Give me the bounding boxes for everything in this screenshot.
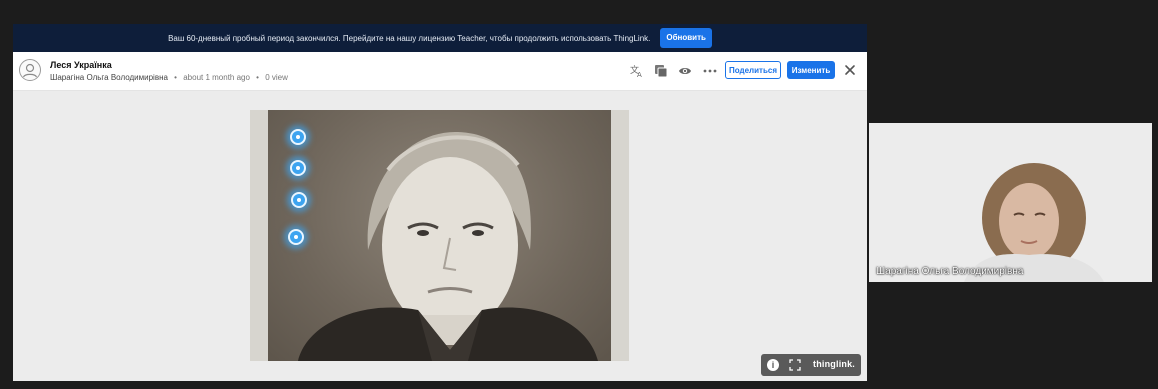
translate-icon[interactable]: 文 A xyxy=(629,63,645,79)
hotspot-marker[interactable] xyxy=(290,129,306,145)
portrait-illustration xyxy=(298,131,598,361)
svg-text:A: A xyxy=(637,71,642,78)
portrait-photo xyxy=(268,110,611,361)
trial-banner-text: Ваш 60-дневный пробный период закончился… xyxy=(168,33,651,43)
hotspot-marker[interactable] xyxy=(288,229,304,245)
meta-separator: • xyxy=(256,73,259,82)
close-icon[interactable] xyxy=(843,63,859,79)
thinglink-image-stage xyxy=(250,110,629,361)
page-title: Леся Українка xyxy=(50,60,112,70)
participant-name: Шарагіна Ольга Володимирівна xyxy=(876,266,1024,277)
post-time: about 1 month ago xyxy=(183,73,250,82)
shared-screen: Ваш 60-дневный пробный период закончился… xyxy=(13,24,867,381)
avatar-icon[interactable] xyxy=(19,59,41,81)
eye-icon[interactable] xyxy=(677,63,693,79)
view-count: 0 view xyxy=(265,73,288,82)
hotspot-marker[interactable] xyxy=(290,160,306,176)
hotspot-marker[interactable] xyxy=(291,192,307,208)
webcam-video xyxy=(869,123,1152,282)
webcam-tile: Шарагіна Ольга Володимирівна xyxy=(869,123,1152,282)
more-icon[interactable] xyxy=(702,63,718,79)
post-meta: Шарагіна Ольга Володимирівна • about 1 m… xyxy=(50,73,288,82)
thinglink-toolbar: i thinglink. xyxy=(761,354,861,376)
post-header: Леся Українка Шарагіна Ольга Володимирів… xyxy=(13,52,867,91)
author-link[interactable]: Шарагіна Ольга Володимирівна xyxy=(50,73,168,82)
thinglink-logo[interactable]: thinglink. xyxy=(813,359,855,369)
update-button[interactable]: Обновить xyxy=(660,28,712,48)
share-button[interactable]: Поделиться xyxy=(725,61,781,79)
trial-banner: Ваш 60-дневный пробный период закончился… xyxy=(13,24,867,52)
edit-button[interactable]: Изменить xyxy=(787,61,835,79)
fullscreen-icon[interactable] xyxy=(789,359,801,371)
meta-separator: • xyxy=(174,73,177,82)
info-icon[interactable]: i xyxy=(767,359,779,371)
slides-icon[interactable] xyxy=(653,63,669,79)
